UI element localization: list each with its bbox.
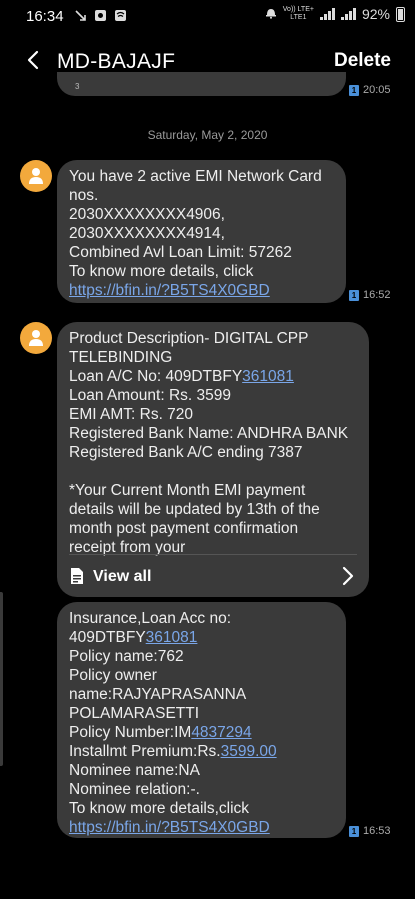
status-time: 16:34 [26, 8, 64, 25]
loan-ac-text: Loan A/C No: 409DTBFY [69, 368, 243, 385]
message-line: Registered Bank A/C ending 7387 [69, 444, 303, 461]
view-all-button[interactable]: View all [69, 554, 357, 597]
message-bubble-2[interactable]: Product Description- DIGITAL CPP TELEBIN… [57, 322, 369, 597]
message-line: Policy owner [69, 667, 157, 684]
message-line: month post payment confirmation [69, 520, 299, 537]
date-divider: Saturday, May 2, 2020 [147, 128, 268, 142]
battery-percent: 92% [361, 6, 390, 22]
missed-call-icon [73, 9, 87, 23]
message-line: 2030XXXXXXXX4906, [69, 206, 225, 223]
status-bar: 16:34 Vo)) LTE+ LTE1 92% [0, 0, 415, 34]
previous-message-meta: 1 20:05 [349, 84, 391, 96]
battery-icon [396, 6, 405, 22]
sim-1-icon: 1 [349, 825, 359, 837]
loan-acc-text: 409DTBFY [69, 629, 146, 646]
message-1-meta: 1 16:52 [349, 289, 391, 301]
person-icon [29, 330, 43, 346]
message-line: details will be updated by 13th of the [69, 501, 320, 518]
message-line: *Your Current Month EMI payment [69, 482, 306, 499]
message-line: Registered Bank Name: ANDHRA BANK [69, 425, 349, 442]
message-line: 2030XXXXXXXX4914, [69, 225, 225, 242]
sender-avatar[interactable] [20, 160, 52, 192]
delete-button[interactable]: Delete [334, 50, 391, 72]
message-line: To know more details, click [69, 263, 254, 280]
notification-app-icon [93, 9, 107, 23]
document-icon [71, 568, 83, 584]
signal-1-icon [319, 8, 335, 20]
message-line: Policy name:762 [69, 648, 184, 665]
message-bubble-3[interactable]: Insurance,Loan Acc no: 409DTBFY361081 Po… [57, 602, 346, 838]
alarm-icon [265, 6, 277, 22]
message-line: Nominee name:NA [69, 762, 200, 779]
message-line: POLAMARASETTI [69, 705, 200, 722]
message-line: nos. [69, 187, 99, 204]
scroll-handle[interactable] [0, 592, 3, 766]
message-line: Insurance,Loan Acc no: [69, 610, 232, 627]
conversation-title: MD-BAJAJF [57, 50, 176, 73]
sim-1-icon: 1 [349, 289, 359, 301]
view-all-label: View all [93, 567, 152, 585]
loan-acc-number-link[interactable]: 361081 [146, 629, 198, 646]
message-app-icon [113, 9, 127, 23]
sender-avatar[interactable] [20, 322, 52, 354]
message-line: You have 2 active EMI Network Card [69, 168, 322, 185]
volte-label: Vo)) LTE+ [282, 6, 314, 13]
message-line: name:RAJYAPRASANNA [69, 686, 247, 703]
policy-number-text: Policy Number:IM [69, 724, 192, 741]
message-line: TELEBINDING [69, 349, 173, 366]
message-line: Nominee relation:-. [69, 781, 200, 798]
previous-message-bubble[interactable]: 3 [57, 72, 346, 96]
message-time: 16:53 [363, 825, 391, 837]
message-line: Combined Avl Loan Limit: 57262 [69, 244, 292, 261]
message-time: 16:52 [363, 289, 391, 301]
message-time: 20:05 [363, 84, 391, 96]
message-line: Product Description- DIGITAL CPP [69, 330, 309, 347]
back-arrow-icon[interactable] [22, 48, 46, 72]
sim-1-icon: 1 [349, 84, 359, 96]
message-bubble-1[interactable]: You have 2 active EMI Network Card nos. … [57, 160, 346, 303]
message-link[interactable]: https://bfin.in/?B5TS4X0GBD [69, 819, 270, 836]
loan-ac-number-link[interactable]: 361081 [242, 368, 294, 385]
premium-amount-link[interactable]: 3599.00 [221, 743, 277, 760]
policy-number-link[interactable]: 4837294 [191, 724, 251, 741]
chevron-right-icon [342, 566, 354, 586]
lte-label: LTE1 [290, 14, 307, 21]
message-link[interactable]: https://bfin.in/?B5TS4X0GBD [69, 282, 270, 299]
premium-text: Installmt Premium:Rs. [69, 743, 221, 760]
message-line: EMI AMT: Rs. 720 [69, 406, 194, 423]
message-3-meta: 1 16:53 [349, 825, 391, 837]
message-line: To know more details,click [69, 800, 250, 817]
person-icon [29, 168, 43, 184]
signal-2-icon [340, 8, 356, 20]
message-line: Loan Amount: Rs. 3599 [69, 387, 232, 404]
